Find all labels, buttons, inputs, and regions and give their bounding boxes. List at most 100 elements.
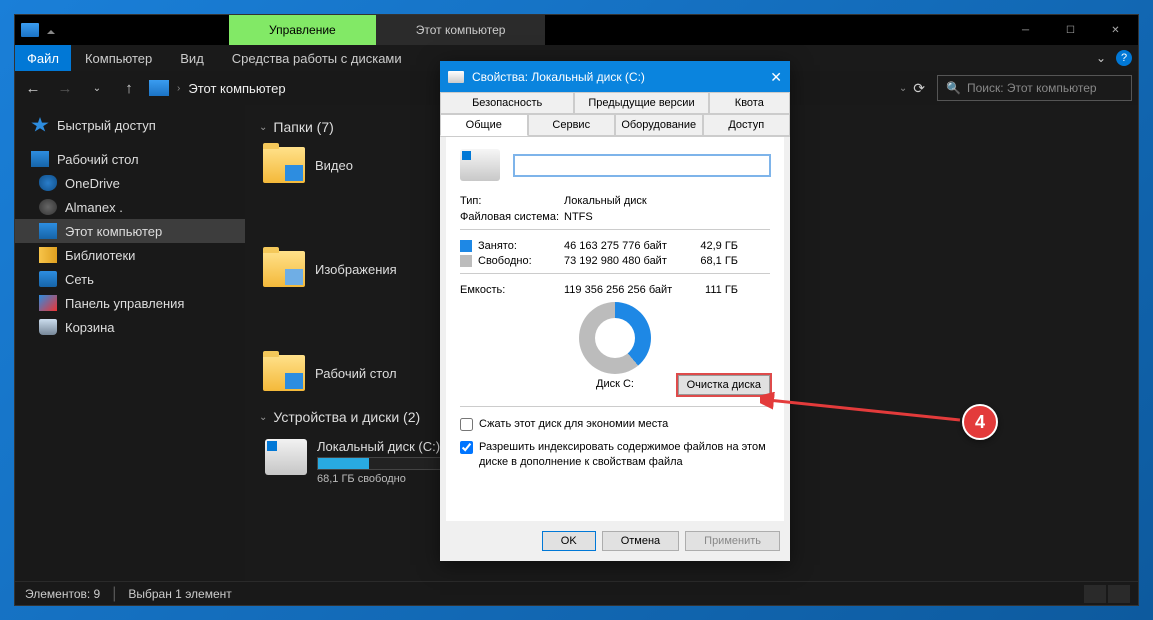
sidebar-item-label: Быстрый доступ [57,118,156,133]
help-icon[interactable]: ? [1116,50,1132,66]
dialog-titlebar: Свойства: Локальный диск (C:) ✕ [440,62,790,92]
index-checkbox[interactable] [460,441,473,454]
this-pc-icon [21,23,39,37]
sidebar-item-control-panel[interactable]: Панель управления [15,291,245,315]
tab-quota[interactable]: Квота [709,92,790,114]
menu-computer[interactable]: Компьютер [71,51,166,66]
nav-up-button[interactable]: ↑ [117,76,141,100]
drive-icon [265,439,307,475]
sidebar-item-label: Этот компьютер [65,224,162,239]
folder-videos[interactable]: Видео [259,143,434,187]
dialog-tabs: Безопасность Предыдущие версии Квота Общ… [440,92,790,137]
sidebar-item-recycle-bin[interactable]: Корзина [15,315,245,339]
sidebar-item-label: Almanex . [65,200,123,215]
menu-view[interactable]: Вид [166,51,218,66]
folder-label: Изображения [315,262,397,277]
nav-recent-icon[interactable]: ⌄ [85,76,109,100]
folder-label: Рабочий стол [315,366,397,381]
folder-desktop[interactable]: Рабочий стол [259,351,434,395]
disk-cleanup-button[interactable]: Очистка диска [678,375,770,395]
drive-icon [460,149,500,181]
minimize-button[interactable]: ─ [1003,15,1048,45]
desktop-icon [31,151,49,167]
menu-file[interactable]: Файл [15,45,71,71]
nav-forward-button: → [53,76,77,100]
ok-button[interactable]: OK [542,531,596,551]
filesystem-value: NTFS [564,211,770,223]
index-label: Разрешить индексировать содержимое файло… [479,440,770,470]
annotation-badge: 4 [962,404,998,440]
dialog-close-button[interactable]: ✕ [770,69,782,86]
maximize-button[interactable]: ☐ [1048,15,1093,45]
user-icon [39,199,57,215]
apply-button: Применить [685,531,780,551]
sidebar-item-label: OneDrive [65,176,120,191]
menu-drive-tools[interactable]: Средства работы с дисками [218,51,416,66]
ribbon-tab-this-pc: Этот компьютер [376,15,546,45]
cancel-button[interactable]: Отмена [602,531,679,551]
sidebar-item-this-pc[interactable]: Этот компьютер [15,219,245,243]
sidebar-item-quick-access[interactable]: Быстрый доступ [15,113,245,137]
control-panel-icon [39,295,57,311]
folder-icon [263,147,305,183]
compress-label: Сжать этот диск для экономии места [479,417,668,432]
view-details-button[interactable] [1084,585,1106,603]
tab-previous-versions[interactable]: Предыдущие версии [574,92,708,114]
sidebar-item-label: Панель управления [65,296,184,311]
folder-icon [263,251,305,287]
this-pc-icon [149,80,169,96]
tab-sharing[interactable]: Доступ [703,114,791,136]
refresh-button[interactable]: ⟳ [913,80,925,97]
search-input[interactable]: 🔍 Поиск: Этот компьютер [937,75,1132,101]
drive-icon [448,71,464,83]
compress-checkbox-row[interactable]: Сжать этот диск для экономии места [460,417,770,432]
capacity-bytes: 119 356 256 256 байт [564,284,688,296]
dialog-footer: OK Отмена Применить [440,521,790,561]
qa-dropdown-icon[interactable] [47,30,55,34]
chevron-right-icon: › [177,83,180,94]
disk-name-input[interactable] [514,155,770,176]
addr-dropdown-icon[interactable]: ⌄ [899,83,907,94]
sidebar-item-user[interactable]: Almanex . [15,195,245,219]
type-label: Тип: [460,195,564,207]
free-bytes: 73 192 980 480 байт [564,255,688,267]
properties-dialog: Свойства: Локальный диск (C:) ✕ Безопасн… [440,61,790,561]
nav-back-button[interactable]: ← [21,76,45,100]
sidebar-item-network[interactable]: Сеть [15,267,245,291]
filesystem-label: Файловая система: [460,211,564,223]
view-tiles-button[interactable] [1108,585,1130,603]
folder-pictures[interactable]: Изображения [259,247,434,291]
dialog-title: Свойства: Локальный диск (C:) [472,70,645,84]
index-checkbox-row[interactable]: Разрешить индексировать содержимое файло… [460,440,770,470]
tab-security[interactable]: Безопасность [440,92,574,114]
sidebar-item-label: Библиотеки [65,248,135,263]
sidebar-item-libraries[interactable]: Библиотеки [15,243,245,267]
used-label: Занято: [478,240,564,252]
type-value: Локальный диск [564,195,770,207]
ribbon-tab-manage[interactable]: Управление [229,15,376,45]
sidebar-item-label: Рабочий стол [57,152,139,167]
close-button[interactable]: ✕ [1093,15,1138,45]
tab-general[interactable]: Общие [440,114,528,136]
folder-label: Видео [315,158,353,173]
folder-icon [263,355,305,391]
breadcrumb[interactable]: Этот компьютер [188,81,285,96]
network-icon [39,271,57,287]
used-swatch [460,240,472,252]
free-gb: 68,1 ГБ [688,255,738,267]
compress-checkbox[interactable] [460,418,473,431]
sidebar-item-label: Сеть [65,272,94,287]
libraries-icon [39,247,57,263]
chevron-down-icon: ⌄ [259,122,267,133]
sidebar-item-desktop[interactable]: Рабочий стол [15,147,245,171]
used-gb: 42,9 ГБ [688,240,738,252]
free-label: Свободно: [478,255,564,267]
tab-tools[interactable]: Сервис [528,114,616,136]
ribbon-expand-icon[interactable]: ⌄ [1096,51,1106,65]
status-selected: Выбран 1 элемент [128,587,231,601]
tab-hardware[interactable]: Оборудование [615,114,703,136]
recycle-bin-icon [39,319,57,335]
this-pc-icon [39,223,57,239]
sidebar-item-label: Корзина [65,320,115,335]
sidebar-item-onedrive[interactable]: OneDrive [15,171,245,195]
